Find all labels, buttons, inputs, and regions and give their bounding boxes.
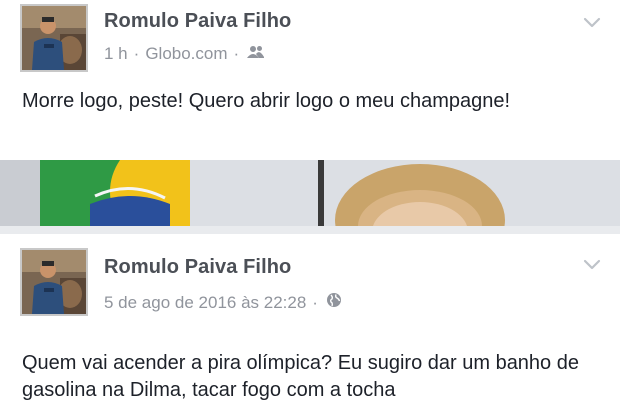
meta-separator: ·: [312, 292, 318, 312]
chevron-down-icon[interactable]: [582, 12, 602, 32]
globe-icon[interactable]: [324, 292, 342, 313]
post-timestamp[interactable]: 1 h: [104, 44, 128, 64]
post-meta: 5 de ago de 2016 às 22:28 ·: [104, 292, 342, 313]
feed-post: Romulo Paiva Filho 1 h · Globo.com · Mor…: [0, 0, 620, 226]
post-text: Morre logo, peste! Quero abrir logo o me…: [22, 90, 511, 112]
post-timestamp[interactable]: 5 de ago de 2016 às 22:28: [104, 293, 306, 313]
link-preview-image[interactable]: [0, 160, 620, 226]
author-name[interactable]: Romulo Paiva Filho: [104, 10, 291, 33]
meta-separator: ·: [233, 44, 240, 63]
post-source[interactable]: Globo.com: [145, 44, 227, 64]
friends-icon[interactable]: [245, 44, 265, 64]
feed-post: Romulo Paiva Filho 5 de ago de 2016 às 2…: [0, 234, 620, 420]
author-name[interactable]: Romulo Paiva Filho: [104, 256, 291, 279]
chevron-down-icon[interactable]: [582, 254, 602, 274]
author-avatar[interactable]: [20, 248, 88, 316]
post-text: Quem vai acender a pira olímpica? Eu sug…: [22, 352, 579, 401]
post-meta: 1 h · Globo.com ·: [104, 44, 265, 64]
meta-separator: ·: [133, 44, 140, 63]
author-avatar[interactable]: [20, 4, 88, 72]
